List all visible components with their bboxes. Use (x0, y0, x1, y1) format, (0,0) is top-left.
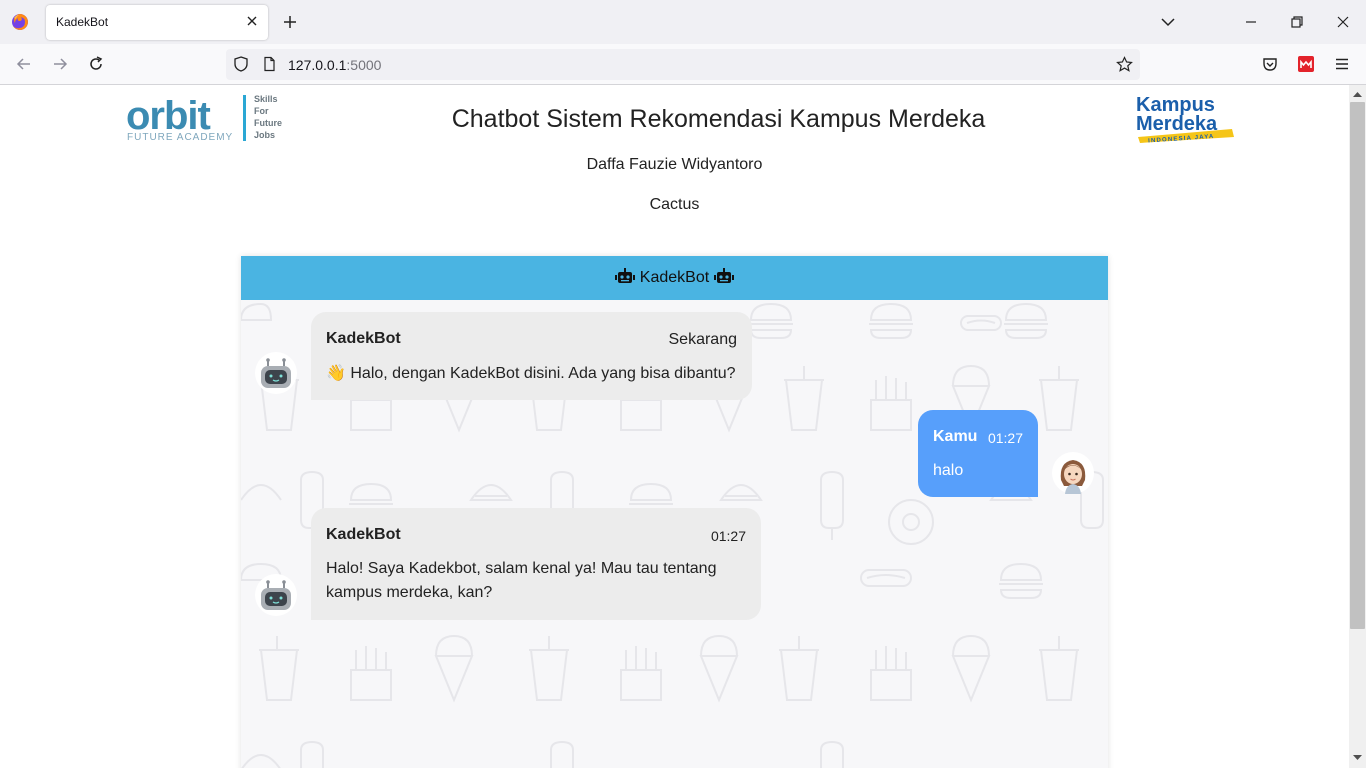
message-time: Sekarang (668, 331, 738, 348)
page-title: Chatbot Sistem Rekomendasi Kampus Merdek… (451, 105, 986, 133)
message-text: halo (933, 462, 964, 479)
back-icon[interactable] (15, 55, 33, 73)
bot-avatar (255, 352, 297, 394)
chat-header-title: KadekBot (639, 269, 710, 286)
tab-title: KadekBot (56, 15, 109, 29)
restore-icon[interactable] (1287, 12, 1307, 32)
message-sender: KadekBot (326, 526, 401, 543)
page-icon (264, 56, 275, 72)
close-window-icon[interactable] (1333, 12, 1353, 32)
firefox-icon (12, 14, 28, 30)
chat-message-user: Kamu 01:27 halo (918, 410, 1038, 497)
message-sender: Kamu (933, 428, 978, 445)
menu-icon[interactable] (1333, 55, 1351, 73)
message-text: 👋 Halo, dengan KadekBot disini. Ada yang… (326, 365, 736, 382)
robot-icon (713, 268, 734, 283)
star-icon[interactable] (1116, 56, 1133, 73)
chat-header: KadekBot (241, 256, 1108, 300)
plus-icon[interactable] (280, 12, 300, 32)
user-avatar (1052, 452, 1094, 494)
message-sender: KadekBot (326, 330, 401, 347)
message-time: 01:27 (987, 430, 1023, 446)
message-time: 01:27 (710, 528, 746, 544)
forward-icon[interactable] (51, 55, 69, 73)
user-icon (1060, 460, 1086, 494)
message-text: Halo! Saya Kadekbot, salam kenal ya! Mau… (326, 560, 717, 601)
browser-nav-bar: 127.0.0.1:5000 (0, 44, 1366, 85)
pocket-icon[interactable] (1261, 55, 1279, 73)
scroll-up-icon[interactable] (1353, 90, 1362, 99)
svg-text:Skills: Skills (254, 94, 278, 104)
browser-tab[interactable]: KadekBot (46, 5, 268, 40)
chat-message-bot: KadekBot Sekarang 👋 Halo, dengan KadekBo… (311, 312, 752, 400)
browser-tab-bar: KadekBot (0, 0, 1366, 44)
chevron-down-icon[interactable] (1158, 12, 1178, 32)
close-icon[interactable] (244, 13, 260, 29)
wave-emoji: 👋 (326, 365, 346, 382)
url-bar[interactable]: 127.0.0.1:5000 (226, 49, 1140, 80)
url-text[interactable]: 127.0.0.1:5000 (288, 57, 381, 73)
scroll-down-icon[interactable] (1353, 753, 1362, 762)
pattern-row-6 (241, 740, 844, 768)
robot-icon (261, 358, 291, 388)
extension-icon[interactable] (1297, 55, 1315, 73)
scrollbar-thumb[interactable] (1350, 102, 1365, 629)
team-name: Cactus (649, 196, 700, 213)
chat-window: KadekBot KadekBot Sekarang 👋 Halo, denga… (241, 256, 1108, 768)
author-name: Daffa Fauzie Widyantoro (586, 156, 763, 173)
robot-icon (615, 268, 636, 283)
robot-icon (261, 580, 291, 610)
reload-icon[interactable] (87, 55, 105, 73)
shield-icon[interactable] (233, 56, 249, 72)
page-content: orbit FUTURE ACADEMY Skills For Future J… (0, 85, 1349, 768)
pattern-row-5 (259, 634, 1079, 703)
minimize-icon[interactable] (1241, 12, 1261, 32)
chat-message-bot: KadekBot 01:27 Halo! Saya Kadekbot, sala… (311, 508, 761, 620)
page-scrollbar[interactable] (1349, 85, 1366, 768)
bot-avatar (255, 574, 297, 616)
